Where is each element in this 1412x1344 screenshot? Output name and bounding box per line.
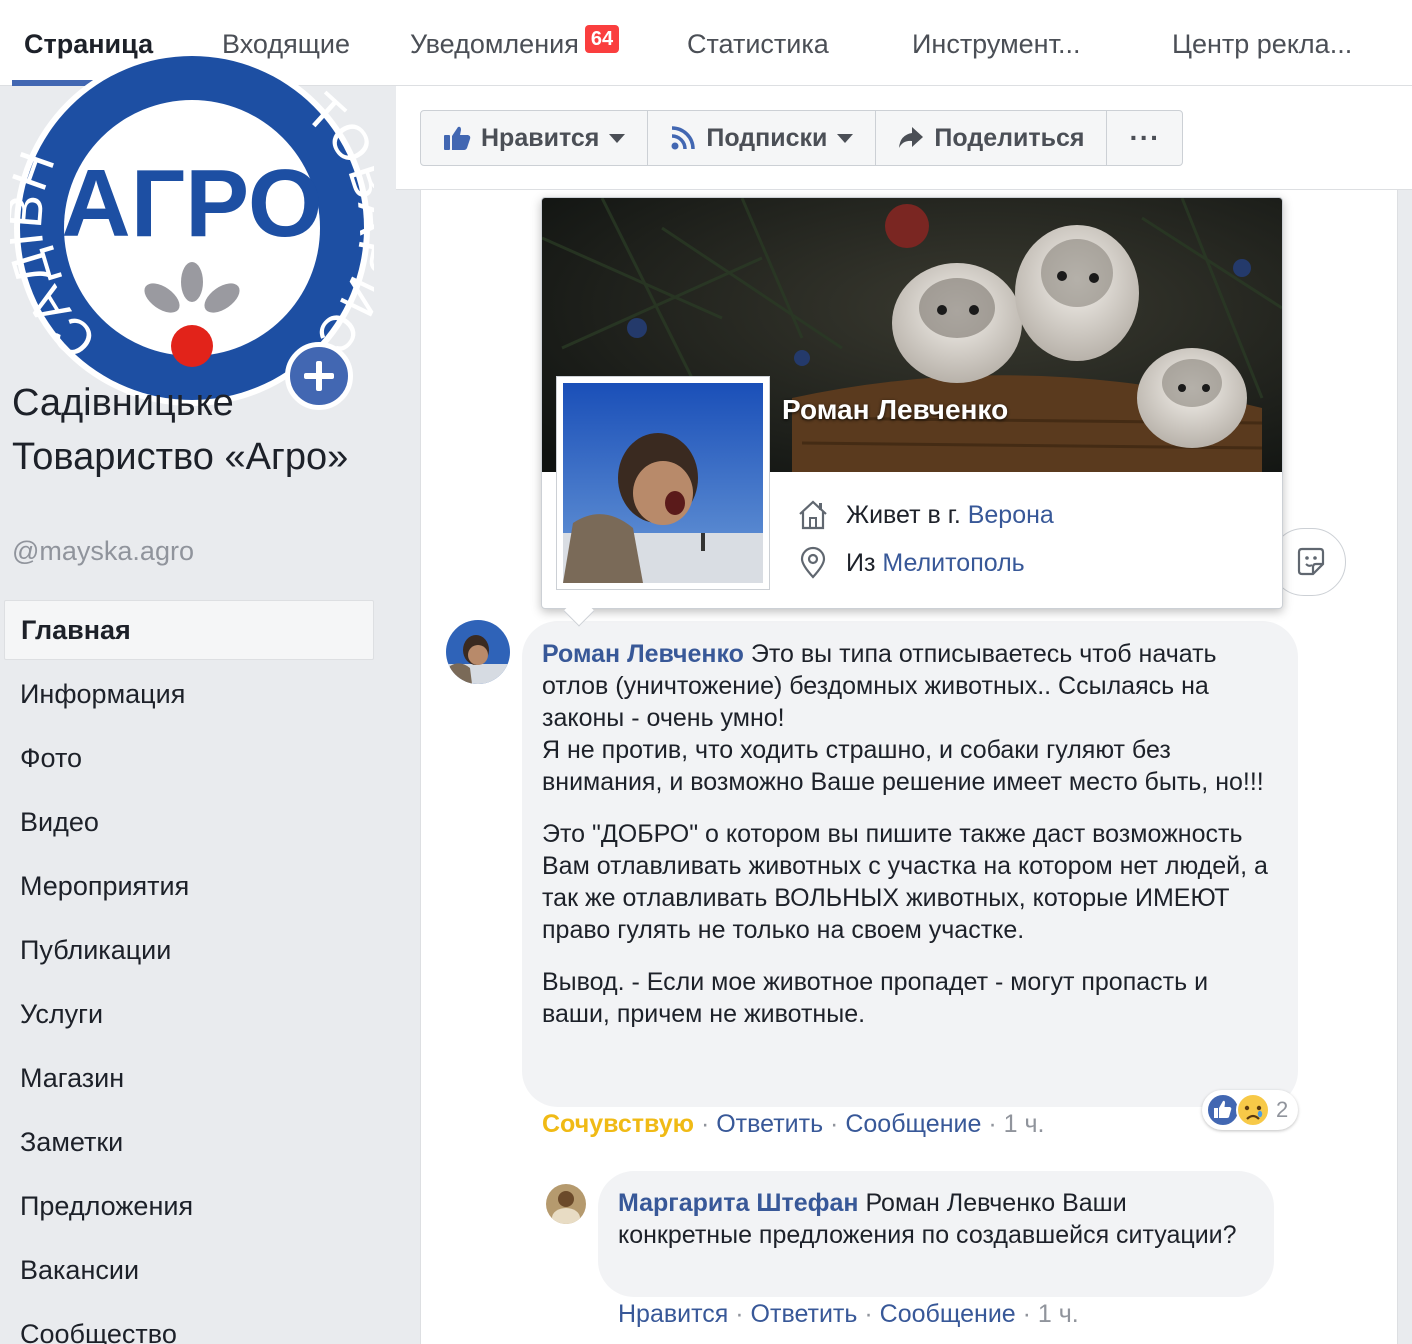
reply-comment-bubble: Маргарита Штефан Роман Левченко Ваши кон… xyxy=(598,1171,1274,1297)
tab-ad-center-label: Центр рекла... xyxy=(1172,29,1353,59)
tab-insights-label: Статистика xyxy=(687,29,829,59)
nav-item-about[interactable]: Информация xyxy=(4,664,374,728)
reply-message-button[interactable]: Сообщение xyxy=(880,1300,1016,1328)
comment-paragraph-3: Вывод. - Если мое животное пропадет - мо… xyxy=(542,968,1209,1028)
comment-text-1b: Я не против, что ходить страшно, и собак… xyxy=(542,736,1264,796)
reply-like-button[interactable]: Нравится xyxy=(618,1300,728,1328)
comment-reactions-summary[interactable]: 2 xyxy=(1202,1090,1299,1130)
hovercard-from: Из Мелитополь xyxy=(796,546,1025,580)
nav-item-photos[interactable]: Фото xyxy=(4,728,374,792)
page-action-header: Нравится Подписки Поделиться ··· xyxy=(396,86,1412,190)
tab-publishing-tools-label: Инструмент... xyxy=(912,29,1081,59)
tab-ad-center[interactable]: Центр рекла... xyxy=(1172,0,1352,86)
share-page-label: Поделиться xyxy=(934,123,1085,152)
reply-reply-button[interactable]: Ответить xyxy=(751,1300,858,1328)
comment-timestamp[interactable]: 1 ч. xyxy=(1004,1110,1045,1138)
sticker-icon xyxy=(1297,547,1325,576)
page-title: Садівницьке Товариство «Агро» xyxy=(12,382,349,478)
chevron-down-icon xyxy=(837,133,854,143)
tab-publishing-tools[interactable]: Инструмент... xyxy=(912,0,1080,86)
comment-author-link[interactable]: Роман Левченко xyxy=(542,640,744,668)
avatar-image xyxy=(446,620,510,684)
follow-page-button[interactable]: Подписки xyxy=(648,111,877,165)
lives-in-city-link[interactable]: Верона xyxy=(968,501,1054,530)
comment-actions: Сочувствую · Ответить · Сообщение · 1 ч. xyxy=(542,1110,1045,1138)
lives-in-prefix: Живет в г. xyxy=(846,500,961,529)
nav-item-jobs[interactable]: Вакансии xyxy=(4,1240,374,1304)
reply-button[interactable]: Ответить xyxy=(716,1110,823,1138)
hovercard-user-name[interactable]: Роман Левченко xyxy=(782,394,1008,426)
share-page-button[interactable]: Поделиться xyxy=(876,111,1108,165)
nav-item-services[interactable]: Услуги xyxy=(4,984,374,1048)
sad-reaction-icon xyxy=(1236,1093,1270,1127)
from-city-link[interactable]: Мелитополь xyxy=(882,549,1024,578)
home-icon xyxy=(799,500,827,530)
reply-timestamp[interactable]: 1 ч. xyxy=(1038,1300,1079,1328)
more-options-button[interactable]: ··· xyxy=(1107,111,1182,165)
nav-item-notes[interactable]: Заметки xyxy=(4,1112,374,1176)
like-page-button[interactable]: Нравится xyxy=(421,111,649,165)
page-nav-menu: Главная Информация Фото Видео Мероприяти… xyxy=(4,600,374,1344)
profile-photo-man xyxy=(563,383,763,583)
hovercard-profile-photo[interactable] xyxy=(556,376,770,590)
reply-author-link[interactable]: Маргарита Штефан xyxy=(618,1189,859,1217)
follow-page-label: Подписки xyxy=(706,123,828,152)
profile-hovercard: Роман Левченко Живет в г. Верона Из Мели… xyxy=(541,197,1283,627)
nav-item-videos[interactable]: Видео xyxy=(4,792,374,856)
nav-item-posts[interactable]: Публикации xyxy=(4,920,374,984)
tab-notifications-label: Уведомления xyxy=(410,29,579,59)
share-arrow-icon xyxy=(899,127,924,148)
chevron-down-icon xyxy=(609,133,626,143)
commenter-avatar[interactable] xyxy=(446,620,510,684)
notifications-badge: 64 xyxy=(584,25,620,53)
reply-comment-actions: Нравится · Ответить · Сообщение · 1 ч. xyxy=(618,1300,1079,1328)
rss-follow-icon xyxy=(671,126,696,150)
message-button[interactable]: Сообщение xyxy=(845,1110,981,1138)
comment-paragraph-2: Это "ДОБРО" о котором вы пишите также да… xyxy=(542,820,1268,944)
nav-item-shop[interactable]: Магазин xyxy=(4,1048,374,1112)
thumbs-up-icon xyxy=(444,126,471,150)
left-column: САДІВН ТОВАРИСТВО АГРО Садівницьке Товар… xyxy=(0,1,403,1344)
tab-insights[interactable]: Статистика xyxy=(687,0,829,86)
location-pin-icon xyxy=(800,546,826,579)
like-reaction-icon xyxy=(1206,1093,1240,1127)
from-prefix: Из xyxy=(846,548,876,577)
nav-item-offers[interactable]: Предложения xyxy=(4,1176,374,1240)
reply-commenter-avatar[interactable] xyxy=(546,1184,586,1224)
nav-item-community[interactable]: Сообщество xyxy=(4,1304,374,1344)
page-username[interactable]: @mayska.agro xyxy=(12,536,194,567)
nav-item-home[interactable]: Главная xyxy=(4,600,374,660)
comment-paragraph-1: Роман Левченко Это вы типа отписываетесь… xyxy=(542,638,1278,798)
avatar-image xyxy=(546,1184,586,1224)
page-action-bar: Нравится Подписки Поделиться ··· xyxy=(420,110,1184,166)
hovercard-lives-in: Живет в г. Верона xyxy=(796,498,1054,532)
tab-notifications[interactable]: Уведомления 64 xyxy=(410,0,620,86)
nav-item-events[interactable]: Мероприятия xyxy=(4,856,374,920)
like-page-label: Нравится xyxy=(481,123,600,152)
comment-bubble: Роман Левченко Это вы типа отписываетесь… xyxy=(522,621,1298,1107)
reactions-count: 2 xyxy=(1276,1097,1289,1122)
logo-wordmark: АГРО xyxy=(61,150,322,257)
reaction-sympathy-button[interactable]: Сочувствую xyxy=(542,1110,694,1138)
more-options-icon: ··· xyxy=(1129,122,1161,153)
